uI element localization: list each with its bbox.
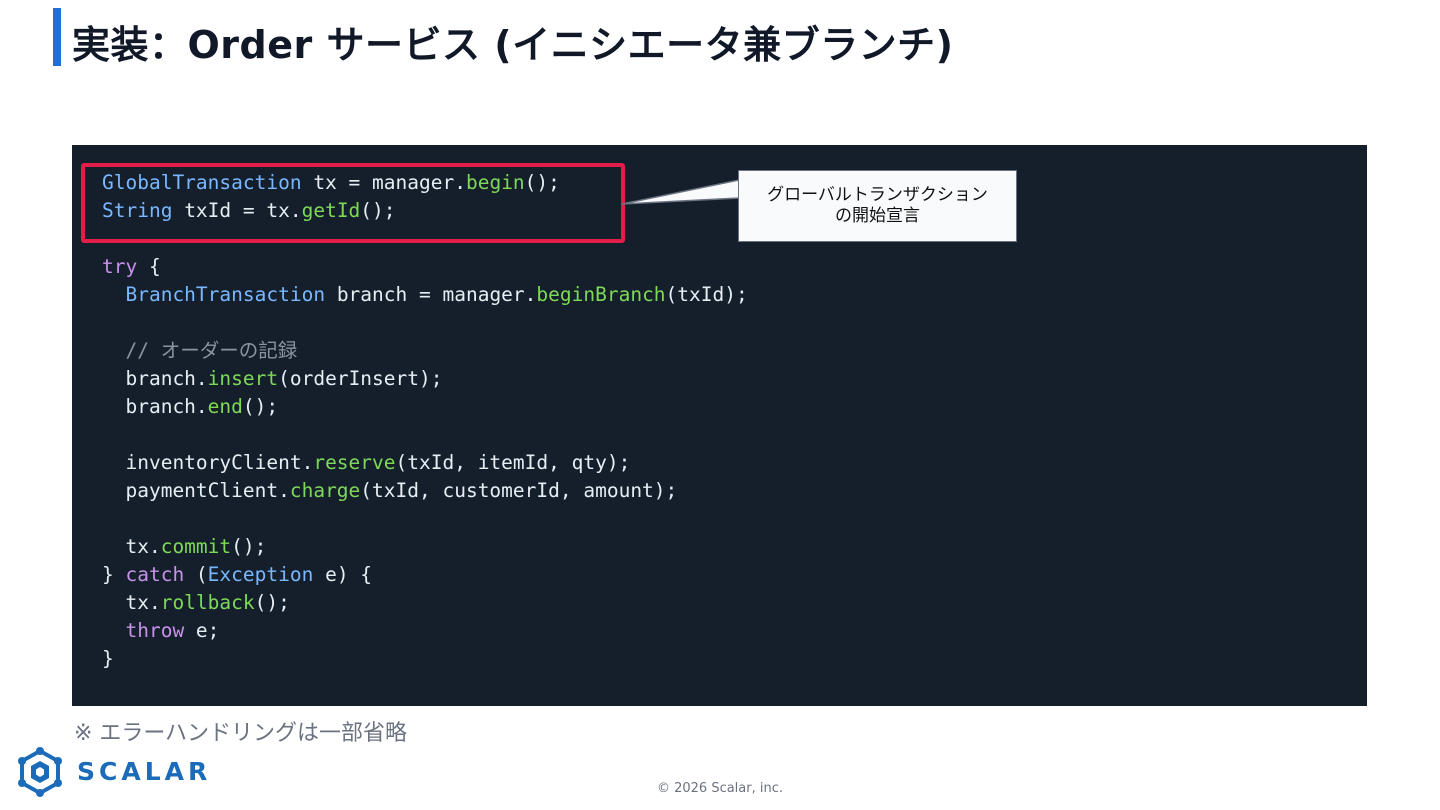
callout-box: グローバルトランザクション の開始宣言 (738, 170, 1017, 242)
callout-line-1: グローバルトランザクション (767, 185, 988, 205)
copyright: © 2026 Scalar, inc. (656, 781, 784, 796)
callout-pointer (621, 179, 740, 205)
footnote: ※ エラーハンドリングは一部省略 (74, 721, 407, 746)
callout-line-2: の開始宣言 (835, 206, 920, 226)
